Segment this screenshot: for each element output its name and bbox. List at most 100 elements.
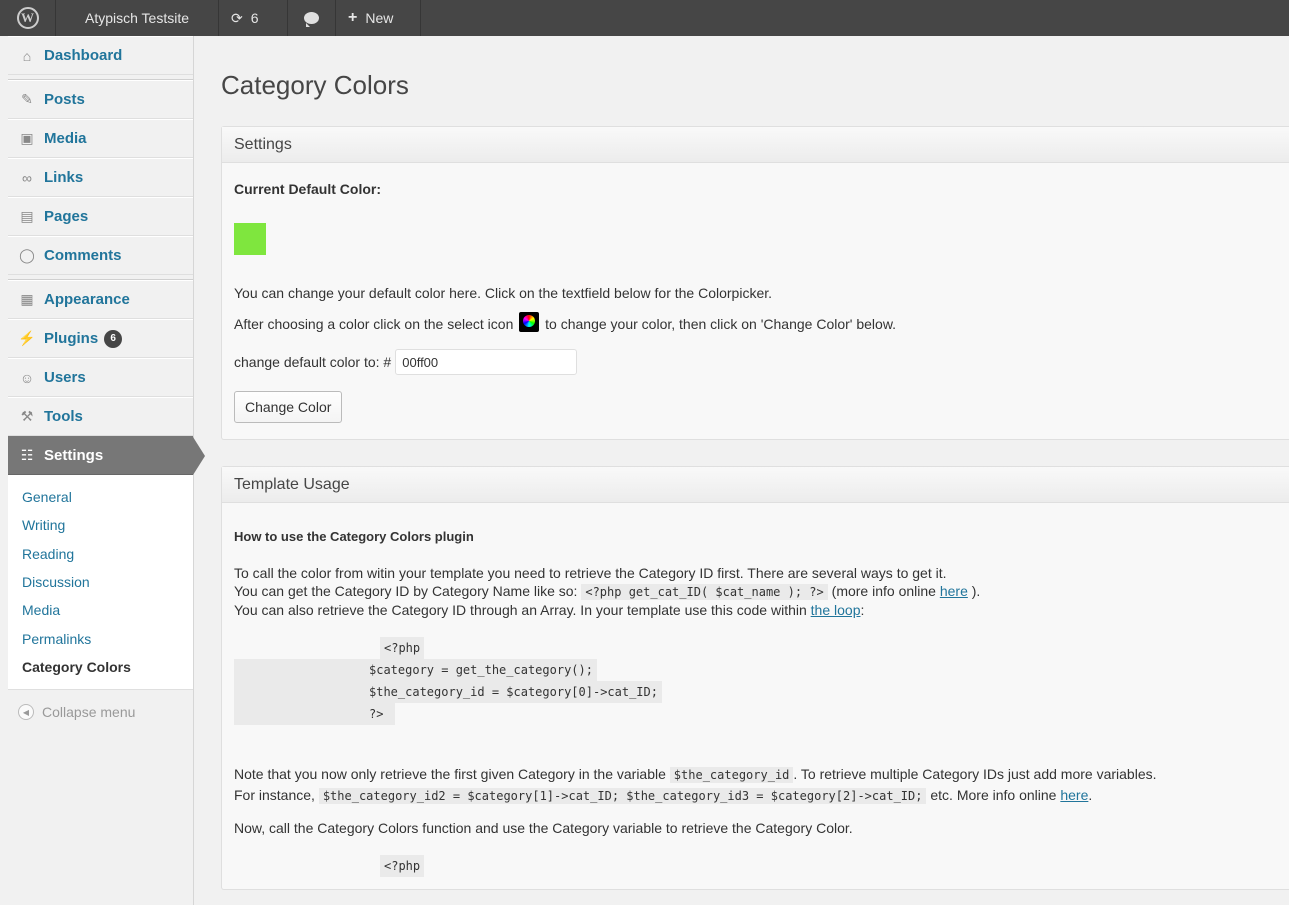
plus-icon: + <box>348 9 358 26</box>
instructions-line2: After choosing a color click on the sele… <box>234 312 1277 333</box>
code-block-1: <?php $category = get_the_category(); $t… <box>234 637 1277 725</box>
updates-button[interactable]: ⟳ 6 <box>219 0 288 36</box>
code-line: <?php <box>380 637 425 659</box>
instructions-text: After choosing a color click on the sele… <box>234 316 514 332</box>
pages-icon: ▤ <box>20 208 34 224</box>
sidebar-item-pages[interactable]: ▤ Pages <box>8 197 193 236</box>
instructions-text: to change your color, then click on 'Cha… <box>545 316 897 332</box>
paragraph-1: To call the color from witin your templa… <box>234 565 947 581</box>
sidebar-item-comments[interactable]: ◯ Comments <box>8 236 193 275</box>
site-name-link[interactable]: Atypisch Testsite <box>56 0 219 36</box>
submenu-item-media[interactable]: Media <box>22 596 193 624</box>
collapse-menu-label: Collapse menu <box>42 704 136 721</box>
collapse-arrow-icon: ◀ <box>18 704 34 721</box>
sidebar-item-appearance[interactable]: ▦ Appearance <box>8 280 193 319</box>
tools-icon: ⚒ <box>20 408 34 424</box>
the-loop-link[interactable]: the loop <box>811 602 861 618</box>
text: : <box>860 602 865 618</box>
code-line: <?php <box>380 855 425 877</box>
text: You can also retrieve the Category ID th… <box>234 602 807 618</box>
submenu-item-permalinks[interactable]: Permalinks <box>22 624 193 652</box>
color-field-row: change default color to: # <box>234 349 1277 375</box>
sidebar-item-label: Users <box>44 369 86 386</box>
paragraph-6: Now, call the Category Colors function a… <box>234 820 853 836</box>
more-info-link[interactable]: here <box>940 583 968 599</box>
submenu-item-category-colors[interactable]: Category Colors <box>22 653 193 681</box>
link-icon: ∞ <box>22 169 32 186</box>
text: etc. More info online <box>930 787 1057 803</box>
sidebar-item-label: Plugins <box>44 330 99 347</box>
sidebar-item-tools[interactable]: ⚒ Tools <box>8 397 193 436</box>
sidebar-item-media[interactable]: ▣ Media <box>8 119 193 158</box>
code-line: $the_category_id = $category[0]->cat_ID; <box>234 681 662 703</box>
code-snippet: $the_category_id2 = $category[1]->cat_ID… <box>318 788 927 804</box>
collapse-menu-button[interactable]: ◀ Collapse menu <box>8 690 193 721</box>
sidebar-item-posts[interactable]: ✎ Posts <box>8 80 193 119</box>
sidebar-item-users[interactable]: ☺ Users <box>8 358 193 397</box>
paragraph-2: You can get the Category ID by Category … <box>234 582 1277 601</box>
new-label: New <box>365 10 394 26</box>
paragraph-5: For instance, $the_category_id2 = $categ… <box>234 786 1277 805</box>
settings-submenu: General Writing Reading Discussion Media… <box>8 475 193 691</box>
sidebar-item-label: Dashboard <box>44 47 123 64</box>
submenu-item-general[interactable]: General <box>22 483 193 511</box>
text: . <box>1088 787 1093 803</box>
color-field-label: change default color to: # <box>234 354 392 370</box>
howto-heading: How to use the Category Colors plugin <box>234 529 474 544</box>
settings-postbox-title[interactable]: Settings <box>222 127 1289 163</box>
text: You can get the Category ID by Category … <box>234 583 578 599</box>
wordpress-icon: W <box>16 7 39 29</box>
new-content-button[interactable]: + New <box>336 0 421 36</box>
text: (more info online <box>831 583 936 599</box>
submenu-item-reading[interactable]: Reading <box>22 540 193 568</box>
admin-sidebar: ⌂ Dashboard ✎ Posts ▣ Media ∞ Links ▤ Pa… <box>0 36 205 905</box>
comment-icon: ◯ <box>19 247 35 263</box>
refresh-icon: ⟳ <box>231 9 243 26</box>
sidebar-item-label: Tools <box>44 408 83 425</box>
wordpress-logo-button[interactable]: W <box>0 0 56 36</box>
submenu-item-discussion[interactable]: Discussion <box>22 568 193 596</box>
code-line: ?> <box>234 703 396 725</box>
pin-icon: ✎ <box>21 91 33 107</box>
main-content: Category Colors Settings Current Default… <box>221 36 1289 890</box>
sidebar-item-label: Settings <box>44 447 104 464</box>
text: ). <box>971 583 981 599</box>
code-line: $category = get_the_category(); <box>234 659 597 681</box>
text: For instance, <box>234 787 315 803</box>
settings-icon: ☷ <box>20 447 34 463</box>
sidebar-item-label: Posts <box>44 91 85 108</box>
current-color-label: Current Default Color: <box>234 181 381 197</box>
template-usage-postbox: Template Usage How to use the Category C… <box>221 466 1289 890</box>
more-info-link-2[interactable]: here <box>1060 787 1088 803</box>
sidebar-item-plugins[interactable]: ⚡ Plugins 6 <box>8 319 193 358</box>
sidebar-item-label: Pages <box>44 208 89 225</box>
appearance-icon: ▦ <box>20 291 34 307</box>
change-color-button[interactable]: Change Color <box>234 391 343 423</box>
code-snippet: $the_category_id <box>669 767 794 783</box>
sidebar-item-label: Links <box>44 169 84 186</box>
template-usage-title[interactable]: Template Usage <box>222 467 1289 503</box>
sidebar-item-label: Media <box>44 130 87 147</box>
color-wheel-icon <box>519 312 540 332</box>
sidebar-item-label: Appearance <box>44 291 130 308</box>
comment-bubble-icon <box>304 12 319 27</box>
current-color-swatch <box>234 223 266 255</box>
sidebar-item-label: Comments <box>44 247 122 264</box>
users-icon: ☺ <box>19 369 35 386</box>
updates-count: 6 <box>250 10 259 26</box>
sidebar-item-settings[interactable]: ☷ Settings <box>8 436 205 475</box>
code-snippet: <?php get_cat_ID( $cat_name ); ?> <box>581 584 828 600</box>
text: Note that you now only retrieve the firs… <box>234 766 666 782</box>
submenu-item-writing[interactable]: Writing <box>22 511 193 539</box>
plug-icon: ⚡ <box>18 330 36 346</box>
paragraph-4: Note that you now only retrieve the firs… <box>234 765 1277 784</box>
sidebar-item-links[interactable]: ∞ Links <box>8 158 193 197</box>
media-icon: ▣ <box>20 130 34 146</box>
sidebar-item-dashboard[interactable]: ⌂ Dashboard <box>8 36 193 75</box>
settings-postbox: Settings Current Default Color: You can … <box>221 126 1289 440</box>
code-block-2: <?php <box>234 855 1277 877</box>
comments-button[interactable] <box>288 0 336 36</box>
home-icon: ⌂ <box>22 47 32 64</box>
paragraph-3: You can also retrieve the Category ID th… <box>234 601 1277 619</box>
default-color-input[interactable] <box>395 349 578 375</box>
